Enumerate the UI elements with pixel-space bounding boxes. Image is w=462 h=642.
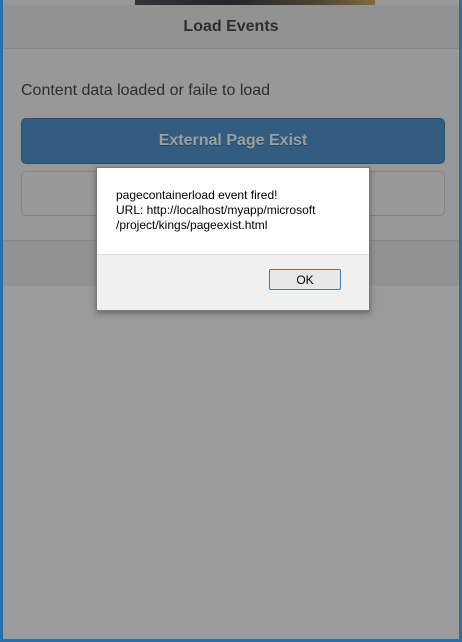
modal-overlay [3, 0, 459, 639]
alert-line-2: URL: http://localhost/myapp/microsoft [116, 203, 316, 217]
ok-button[interactable]: OK [269, 269, 341, 290]
alert-line-3: /project/kings/pageexist.html [116, 218, 268, 232]
ok-button-label: OK [296, 272, 314, 287]
alert-dialog: pagecontainerload event fired! URL: http… [96, 167, 370, 311]
alert-dialog-body: pagecontainerload event fired! URL: http… [97, 168, 369, 255]
alert-message: pagecontainerload event fired! URL: http… [116, 188, 356, 233]
alert-line-1: pagecontainerload event fired! [116, 188, 278, 202]
browser-frame: Load Events Content data loaded or faile… [3, 0, 459, 639]
